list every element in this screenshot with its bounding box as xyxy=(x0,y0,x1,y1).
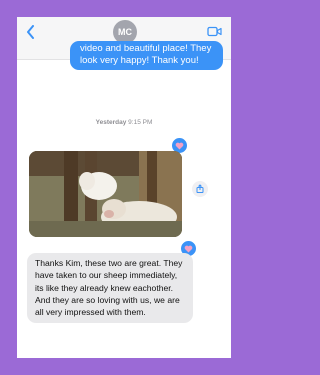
video-camera-icon[interactable] xyxy=(207,26,222,37)
share-button[interactable] xyxy=(192,181,208,197)
share-icon xyxy=(196,184,204,193)
outgoing-message-text: video and beautiful place! They look ver… xyxy=(80,43,212,66)
incoming-message-text: Thanks Kim, these two are great. They ha… xyxy=(35,258,183,318)
heart-icon xyxy=(184,245,193,253)
timestamp-time: 9:15 PM xyxy=(128,119,153,126)
shared-photo-lambs[interactable] xyxy=(29,151,182,237)
lambs-photo-image xyxy=(29,151,182,237)
chevron-left-icon[interactable] xyxy=(26,25,35,39)
incoming-message-bubble[interactable]: Thanks Kim, these two are great. They ha… xyxy=(27,253,193,324)
outgoing-message-bubble[interactable]: video and beautiful place! They look ver… xyxy=(70,41,223,70)
timestamp-day: Yesterday xyxy=(95,119,127,126)
heart-icon xyxy=(175,142,184,150)
message-timestamp: Yesterday 9:15 PM xyxy=(17,119,231,126)
message-thread-screen: MC Milo video and beautiful place! They … xyxy=(17,17,231,358)
